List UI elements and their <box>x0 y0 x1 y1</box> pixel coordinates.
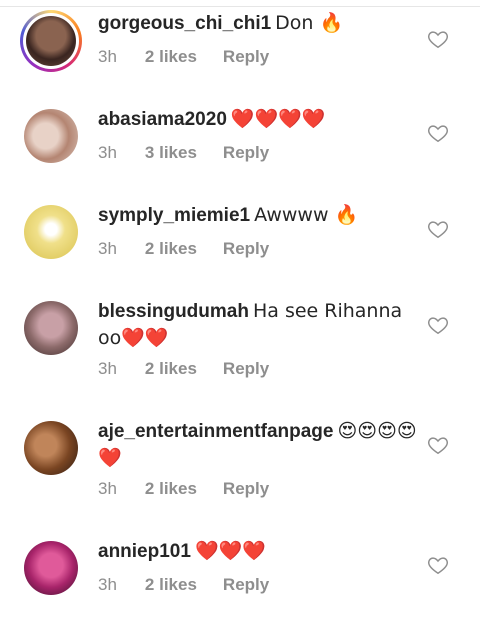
like-heart-icon[interactable] <box>427 218 449 240</box>
reply-button[interactable]: Reply <box>223 143 269 162</box>
comment-text: anniep101 ❤️❤️❤️ <box>98 538 418 565</box>
avatar[interactable] <box>24 109 78 163</box>
reply-button[interactable]: Reply <box>223 359 269 378</box>
likes-count[interactable]: 3 likes <box>145 143 197 162</box>
comment-text: gorgeous_chi_chi1 Don 🔥 <box>98 10 418 37</box>
comment-text: blessingudumah Ha see Rihanna oo❤️❤️ <box>98 298 418 352</box>
like-heart-icon[interactable] <box>427 28 449 50</box>
username[interactable]: aje_entertainmentfanpage <box>98 421 333 442</box>
avatar[interactable] <box>24 421 78 475</box>
username[interactable]: gorgeous_chi_chi1 <box>98 13 271 34</box>
timestamp: 3h <box>98 143 117 162</box>
comment-text: aje_entertainmentfanpage 😍😍😍😍❤️ <box>98 418 418 472</box>
reply-button[interactable]: Reply <box>223 239 269 258</box>
comment-body: ❤️❤️❤️❤️ <box>230 108 326 130</box>
comment-text: abasiama2020 ❤️❤️❤️❤️ <box>98 106 418 133</box>
comment-meta: 3h 3 likes Reply <box>98 143 295 163</box>
like-heart-icon[interactable] <box>427 434 449 456</box>
username[interactable]: anniep101 <box>98 541 191 562</box>
reply-button[interactable]: Reply <box>223 575 269 594</box>
comment-body: Don 🔥 <box>275 12 344 34</box>
username[interactable]: abasiama2020 <box>98 109 227 130</box>
timestamp: 3h <box>98 47 117 66</box>
comment-meta: 3h 2 likes Reply <box>98 359 295 379</box>
comment-text: symply_miemie1 Awwww 🔥 <box>98 202 418 229</box>
reply-button[interactable]: Reply <box>223 479 269 498</box>
avatar[interactable] <box>24 541 78 595</box>
like-heart-icon[interactable] <box>427 554 449 576</box>
username[interactable]: blessingudumah <box>98 301 249 322</box>
timestamp: 3h <box>98 575 117 594</box>
like-heart-icon[interactable] <box>427 314 449 336</box>
top-divider <box>0 0 480 7</box>
timestamp: 3h <box>98 239 117 258</box>
comment-meta: 3h 2 likes Reply <box>98 47 295 67</box>
comment-meta: 3h 2 likes Reply <box>98 239 295 259</box>
likes-count[interactable]: 2 likes <box>145 47 197 66</box>
timestamp: 3h <box>98 479 117 498</box>
likes-count[interactable]: 2 likes <box>145 479 197 498</box>
timestamp: 3h <box>98 359 117 378</box>
likes-count[interactable]: 2 likes <box>145 575 197 594</box>
comment-body: Awwww 🔥 <box>254 204 359 226</box>
avatar[interactable] <box>24 205 78 259</box>
username[interactable]: symply_miemie1 <box>98 205 250 226</box>
avatar[interactable] <box>20 10 82 72</box>
avatar[interactable] <box>24 301 78 355</box>
reply-button[interactable]: Reply <box>223 47 269 66</box>
comment-meta: 3h 2 likes Reply <box>98 575 295 595</box>
like-heart-icon[interactable] <box>427 122 449 144</box>
comment-meta: 3h 2 likes Reply <box>98 479 295 499</box>
comment-body: ❤️❤️❤️ <box>194 540 266 562</box>
likes-count[interactable]: 2 likes <box>145 239 197 258</box>
likes-count[interactable]: 2 likes <box>145 359 197 378</box>
